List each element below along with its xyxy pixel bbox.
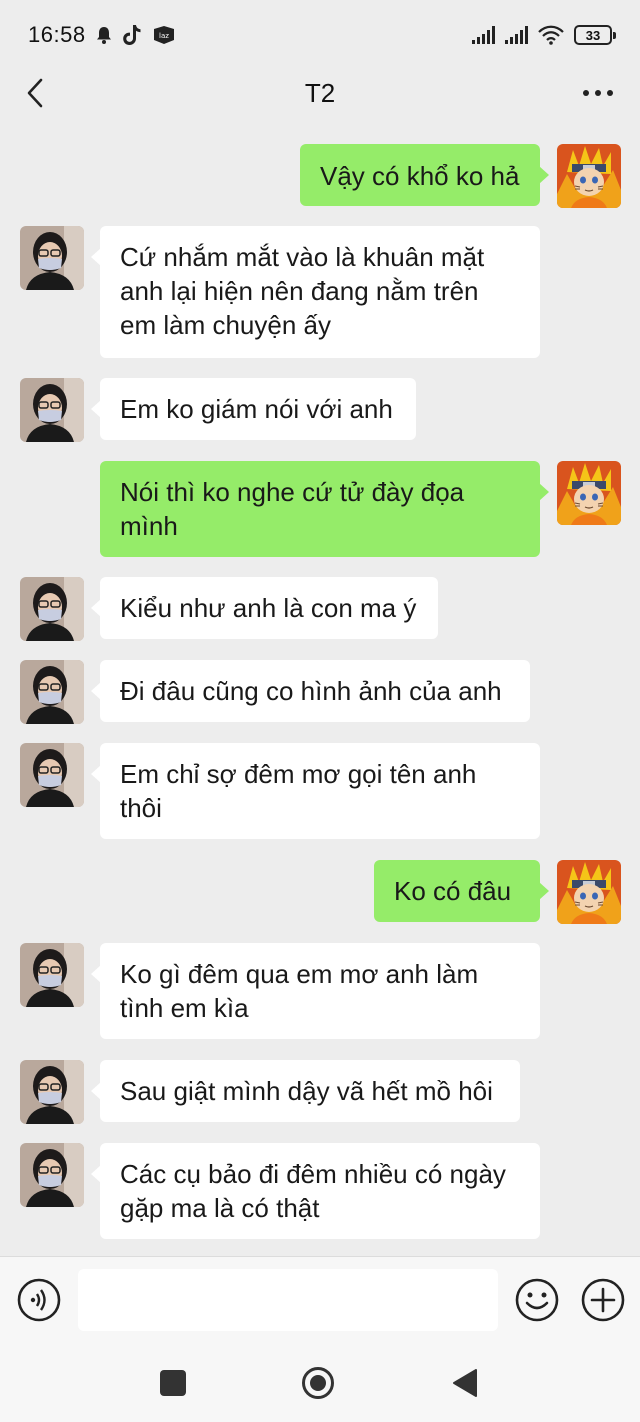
signal-icon: [472, 26, 495, 44]
avatar[interactable]: [20, 378, 84, 442]
plus-icon[interactable]: [580, 1277, 626, 1323]
more-horizontal-icon: [583, 90, 613, 96]
outgoing-message[interactable]: Ko có đâu: [374, 860, 549, 922]
incoming-message[interactable]: Đi đâu cũng co hình ảnh của anh: [91, 660, 530, 722]
battery-icon: 33: [574, 25, 616, 45]
voice-icon[interactable]: [16, 1277, 62, 1323]
incoming-message[interactable]: Các cụ bảo đi đêm nhiều có ngày gặp ma l…: [91, 1143, 540, 1239]
status-time: 16:58: [28, 22, 86, 47]
incoming-message[interactable]: Sau giật mình dậy vã hết mồ hôi: [91, 1060, 520, 1122]
back-triangle-icon[interactable]: [452, 1368, 478, 1398]
incoming-message[interactable]: Cứ nhắm mắt vào là khuân mặt anh lại hiệ…: [91, 226, 540, 358]
avatar[interactable]: [20, 1060, 84, 1124]
incoming-message[interactable]: Em ko giám nói với anh: [91, 378, 416, 440]
wifi-icon: [538, 25, 564, 45]
outgoing-message[interactable]: Vậy có khổ ko hả: [300, 144, 549, 206]
emoji-icon[interactable]: [514, 1277, 560, 1323]
incoming-message[interactable]: Em chỉ sợ đêm mơ gọi tên anh thôi: [91, 743, 540, 839]
lazada-icon: laz: [153, 26, 174, 44]
avatar[interactable]: [20, 743, 84, 807]
status-bar: 16:58 laz 33: [0, 0, 640, 70]
home-icon[interactable]: [301, 1366, 335, 1400]
avatar[interactable]: [557, 860, 621, 924]
system-nav-bar: [0, 1344, 640, 1422]
bell-icon: [96, 27, 111, 44]
incoming-message[interactable]: Kiểu như anh là con ma ý: [91, 577, 438, 639]
chat-title: T2: [304, 77, 336, 108]
avatar[interactable]: [557, 144, 621, 208]
avatar[interactable]: [20, 943, 84, 1007]
avatar[interactable]: [20, 660, 84, 724]
status-left: 16:58 laz: [28, 22, 176, 48]
outgoing-message[interactable]: Nói thì ko nghe cứ tử đày đọa mình: [100, 461, 549, 557]
recents-icon[interactable]: [160, 1370, 186, 1396]
back-button[interactable]: [18, 76, 52, 110]
avatar[interactable]: [557, 461, 621, 525]
tiktok-icon: [122, 25, 141, 45]
chat-header: T2: [0, 70, 640, 116]
avatar[interactable]: [20, 1143, 84, 1207]
message-input[interactable]: [78, 1269, 498, 1331]
chat-list[interactable]: Vậy có khổ ko hả Cứ nhắm mắt vào là khuâ…: [0, 128, 640, 1253]
chevron-left-icon: [27, 78, 43, 108]
incoming-message[interactable]: Ko gì đêm qua em mơ anh làm tình em kìa: [91, 943, 540, 1039]
avatar[interactable]: [20, 577, 84, 641]
status-right: 33: [472, 25, 616, 45]
avatar[interactable]: [20, 226, 84, 290]
more-button[interactable]: [578, 76, 618, 110]
signal-icon: [505, 26, 528, 44]
input-bar: [0, 1256, 640, 1344]
svg-text:laz: laz: [159, 32, 169, 40]
